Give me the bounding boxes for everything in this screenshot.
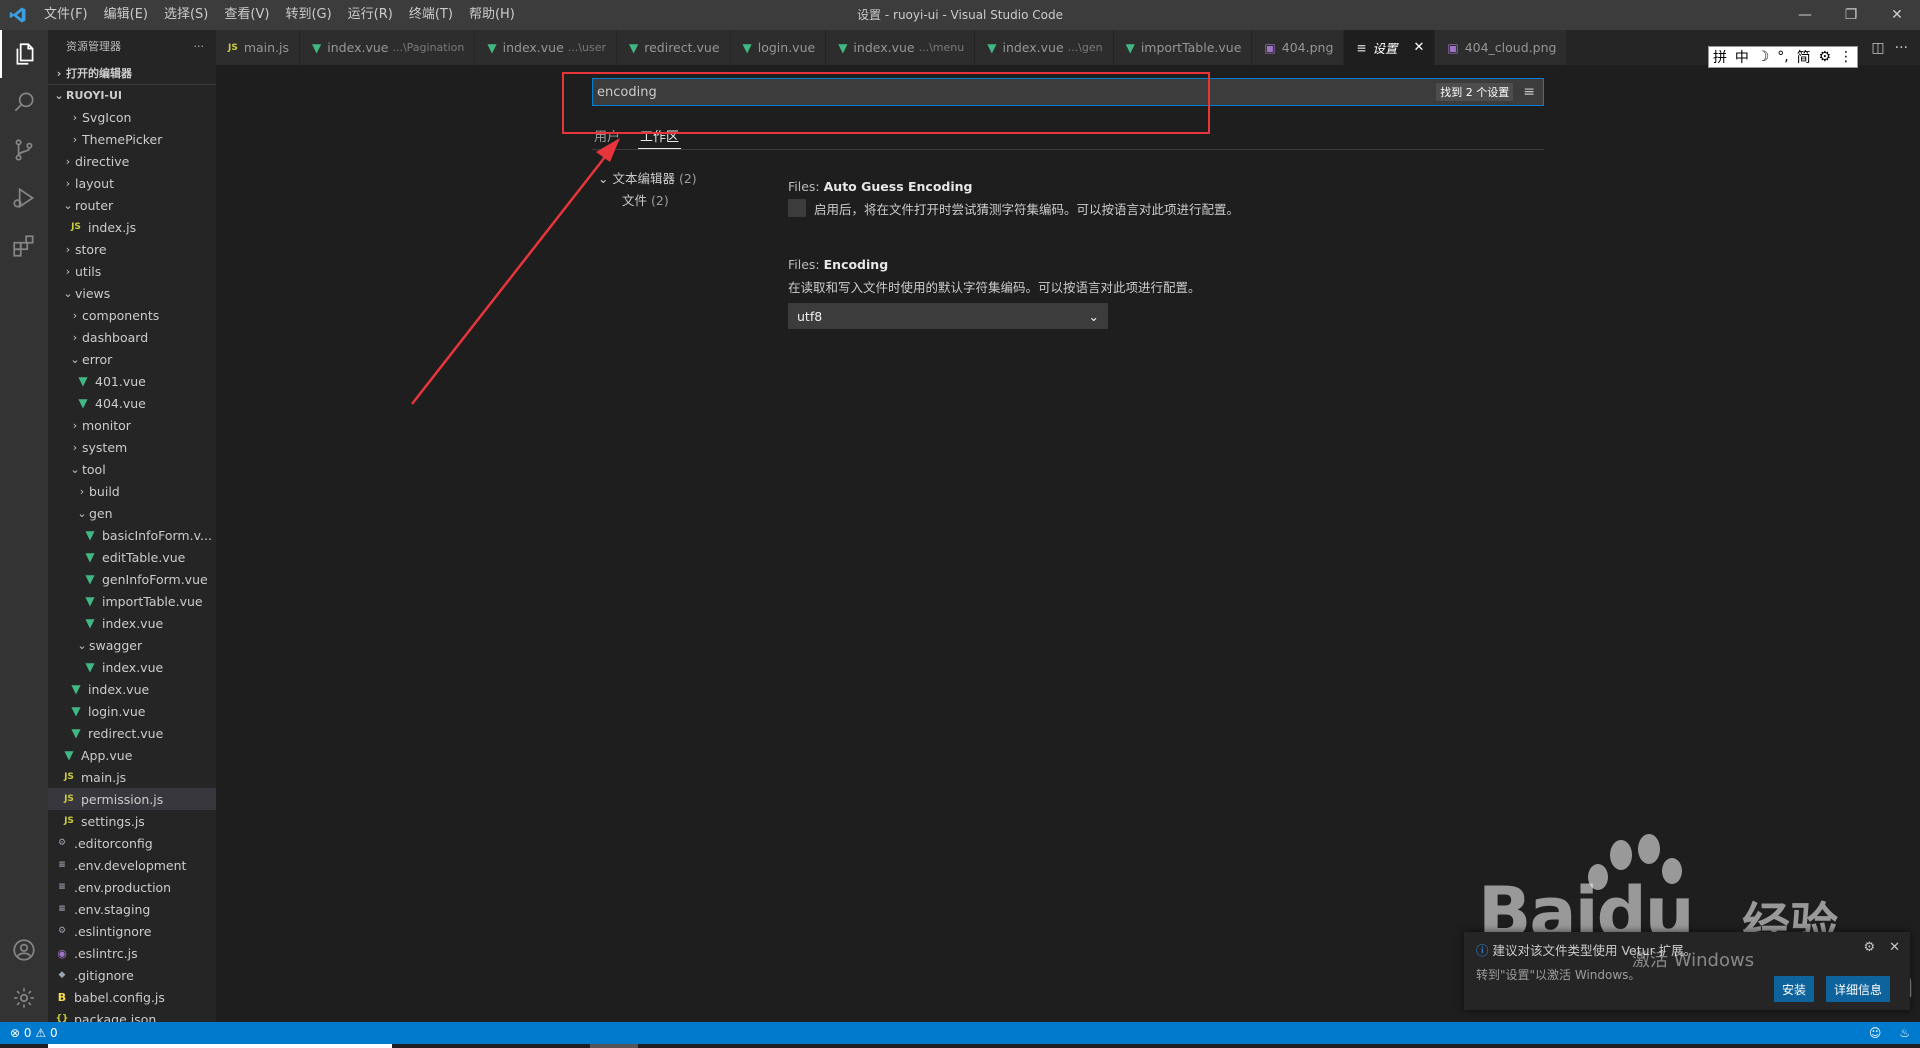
- taskbar-search: [48, 1044, 392, 1048]
- status-bar: ⊗ 0 ⚠ 0 ☺ ♨: [0, 1022, 1920, 1044]
- error-icon: ⊗: [10, 1026, 21, 1040]
- close-icon[interactable]: ✕: [1889, 940, 1900, 955]
- windows-activation-hint: 转到"设置"以激活 Windows。: [1476, 968, 1641, 982]
- bell-icon[interactable]: ♨: [1899, 1026, 1910, 1040]
- info-icon: ⓘ: [1476, 943, 1489, 958]
- error-count: 0: [23, 1026, 32, 1040]
- windows-activate-text: 激活 Windows: [1632, 950, 1755, 971]
- annotation-arrow: [411, 138, 620, 405]
- taskbar-app: [590, 1044, 638, 1048]
- warning-icon: ⚠: [35, 1026, 47, 1040]
- status-right: ☺ ♨: [1869, 1026, 1910, 1040]
- problems-indicator[interactable]: ⊗ 0 ⚠ 0: [10, 1026, 58, 1040]
- toast-actions: ⚙ ✕: [1863, 940, 1900, 955]
- details-button[interactable]: 详细信息: [1826, 976, 1891, 1002]
- gear-icon[interactable]: ⚙: [1863, 940, 1875, 955]
- warning-count: 0: [49, 1026, 58, 1040]
- install-button[interactable]: 安装: [1774, 976, 1815, 1002]
- feedback-icon[interactable]: ☺: [1869, 1026, 1882, 1040]
- taskbar-strip: [0, 1044, 1920, 1048]
